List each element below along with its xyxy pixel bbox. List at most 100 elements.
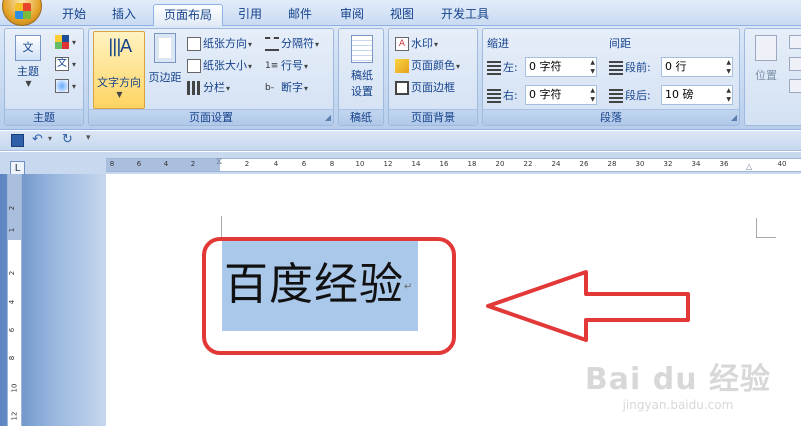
ribbon-tab-strip: 开始 插入 页面布局 引用 邮件 审阅 视图 开发工具	[0, 0, 801, 26]
indent-left-label: 左:	[487, 59, 518, 75]
margins-icon	[154, 33, 176, 63]
chevron-down-icon[interactable]: ▾	[48, 134, 52, 143]
ruler-tick: 10	[355, 160, 365, 168]
ruler-tick: 8	[109, 160, 115, 168]
spacing-before-label: 段前:	[609, 59, 651, 75]
hyphenation-button[interactable]: b- 断字▾	[265, 79, 308, 95]
ruler-tick: 12	[10, 411, 19, 421]
tab-insert[interactable]: 插入	[102, 4, 146, 26]
page-borders-button[interactable]: 页面边框	[395, 79, 455, 95]
spin-arrows-icon[interactable]: ▲ ▼	[726, 58, 731, 76]
palette-icon	[55, 35, 69, 49]
indent-right-icon	[487, 89, 501, 103]
ruler-tick: 2	[190, 160, 196, 168]
ruler-tick: 6	[8, 327, 17, 333]
text-wrap-icon[interactable]	[789, 79, 801, 93]
dialog-launcher-icon[interactable]: ◢	[325, 113, 331, 122]
spin-arrows-icon[interactable]: ▲ ▼	[726, 86, 731, 104]
tab-page-layout[interactable]: 页面布局	[153, 4, 223, 26]
customize-qat-icon[interactable]: ▾	[86, 133, 91, 143]
indent-left-input[interactable]: 0 字符 ▲ ▼	[525, 57, 597, 77]
spacing-title: 间距	[609, 37, 631, 50]
page-size-icon	[187, 59, 201, 73]
tab-developer[interactable]: 开发工具	[430, 4, 500, 26]
spin-arrows-icon[interactable]: ▲ ▼	[590, 86, 595, 104]
bring-forward-icon[interactable]	[789, 35, 801, 49]
breaks-icon	[265, 37, 279, 51]
tab-mailings[interactable]: 邮件	[278, 4, 322, 26]
group-label: 页面设置	[89, 109, 333, 125]
ruler-tick: 6	[301, 160, 307, 168]
theme-effects-button[interactable]: ▾	[55, 79, 76, 93]
group-page-setup: |||A 文字方向 ▼ 页边距 纸张方向▾ 纸张大小▾ 分栏▾ 分隔符▾ 1≡ 行…	[88, 28, 334, 126]
tab-review[interactable]: 审阅	[330, 4, 374, 26]
right-indent-marker-icon[interactable]: △	[746, 162, 752, 171]
text-direction-button[interactable]: |||A 文字方向 ▼	[93, 31, 145, 109]
chevron-down-icon: ▼	[25, 79, 32, 88]
ruler-tick: 2	[244, 160, 250, 168]
document-page[interactable]: 百度经验↵ Bai du 经验 jingyan.baidu.com	[106, 174, 801, 426]
ruler-tick: 6	[136, 160, 142, 168]
theme-fonts-button[interactable]: 文 ▾	[55, 57, 76, 71]
group-arrange: 位置	[744, 28, 801, 126]
theme-icon: 文	[15, 35, 41, 61]
ruler-tick: 8	[329, 160, 335, 168]
margins-button[interactable]: 页边距	[147, 33, 183, 85]
ruler-tick: 40	[777, 160, 787, 168]
group-paragraph: 缩进 间距 左: 0 字符 ▲ ▼ 右: 0 字符 ▲ ▼ 段前: 0 行 ▲ ▼ 段后: …	[482, 28, 740, 126]
baidu-watermark: Bai du 经验 jingyan.baidu.com	[585, 354, 771, 412]
ruler-tick: 10	[10, 383, 19, 393]
ruler-tick: 16	[439, 160, 449, 168]
group-label: 段落	[483, 109, 739, 125]
orientation-icon	[187, 37, 201, 51]
manuscript-settings-button[interactable]: 稿纸 设置	[343, 35, 381, 99]
line-numbers-icon: 1≡	[265, 61, 279, 71]
ruler-tick: 8	[8, 355, 17, 361]
page-color-button[interactable]: 页面颜色▾	[395, 57, 460, 73]
send-backward-icon[interactable]	[789, 57, 801, 71]
tab-references[interactable]: 引用	[228, 4, 272, 26]
spacing-after-input[interactable]: 10 磅 ▲ ▼	[661, 85, 733, 105]
ruler-tick: 34	[691, 160, 701, 168]
margin-corner-mark	[756, 218, 776, 238]
group-label: 稿纸	[339, 109, 383, 125]
indent-title: 缩进	[487, 37, 509, 50]
save-icon[interactable]	[11, 134, 24, 147]
ruler-tick: 4	[273, 160, 279, 168]
watermark-button[interactable]: A 水印▾	[395, 35, 438, 51]
ruler-tick: 28	[607, 160, 617, 168]
group-label: 页面背景	[389, 109, 477, 125]
annotation-highlight-box	[202, 237, 456, 355]
indent-marker-icon[interactable]: ⧖	[216, 157, 222, 167]
effects-icon	[55, 79, 69, 93]
watermark-icon: A	[395, 37, 409, 51]
tab-view[interactable]: 视图	[380, 4, 424, 26]
line-numbers-button[interactable]: 1≡ 行号▾	[265, 57, 308, 73]
group-label: 主题	[5, 109, 83, 125]
orientation-button[interactable]: 纸张方向▾	[187, 35, 252, 51]
breaks-button[interactable]: 分隔符▾	[265, 35, 319, 51]
text-direction-icon: |||A	[107, 36, 133, 57]
theme-colors-button[interactable]: ▾	[55, 35, 76, 49]
ruler-tick: 1	[8, 227, 17, 233]
quick-access-toolbar: ↶ ▾ ↻ ▾	[0, 131, 801, 151]
columns-button[interactable]: 分栏▾	[187, 79, 230, 95]
spin-arrows-icon[interactable]: ▲ ▼	[590, 58, 595, 76]
ribbon: 文 主题 ▼ ▾ 文 ▾ ▾ 主题 |||A 文字方向 ▼ 页边距 纸张方向▾ 纸…	[0, 26, 801, 130]
indent-right-input[interactable]: 0 字符 ▲ ▼	[525, 85, 597, 105]
horizontal-ruler[interactable]: 8 6 4 2 2 4 6 8 10 12 14 16 18 20 22 24 …	[106, 157, 801, 172]
tab-home[interactable]: 开始	[52, 4, 96, 26]
ruler-tick: 30	[635, 160, 645, 168]
redo-icon[interactable]: ↻	[62, 132, 73, 147]
office-logo-icon	[15, 3, 31, 19]
position-button[interactable]: 位置	[749, 35, 783, 83]
ruler-tick: 14	[411, 160, 421, 168]
theme-button[interactable]: 文 主题 ▼	[11, 35, 45, 88]
spacing-before-input[interactable]: 0 行 ▲ ▼	[661, 57, 733, 77]
vertical-ruler[interactable]: 2 1 2 4 6 8 10 12	[7, 174, 22, 426]
size-button[interactable]: 纸张大小▾	[187, 57, 252, 73]
indent-right-label: 右:	[487, 87, 518, 103]
undo-icon[interactable]: ↶	[32, 132, 43, 147]
office-button[interactable]	[2, 0, 42, 26]
dialog-launcher-icon[interactable]: ◢	[731, 113, 737, 122]
